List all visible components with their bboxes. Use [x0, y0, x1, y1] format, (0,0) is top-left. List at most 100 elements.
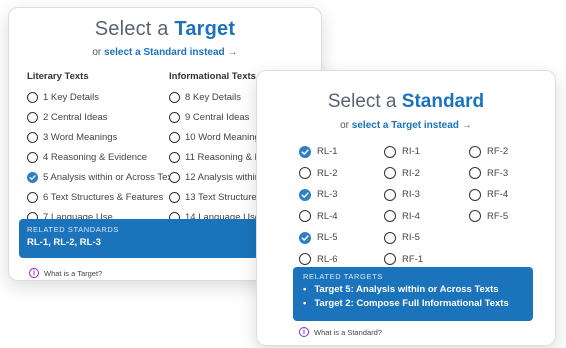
standard-option[interactable]: RI-5 [384, 227, 464, 249]
bullet-icon: • [303, 284, 307, 295]
radio-icon[interactable] [169, 131, 180, 143]
target-option-label[interactable]: 3 Word Meanings [43, 132, 117, 143]
check-icon [29, 174, 36, 180]
radio-icon[interactable] [169, 111, 180, 123]
radio-checked-icon[interactable] [299, 188, 311, 201]
standard-option-label[interactable]: RI-4 [402, 211, 420, 222]
standard-option-label[interactable]: RF-5 [487, 211, 508, 222]
standard-option[interactable]: RF-5 [469, 206, 549, 228]
radio-icon[interactable] [469, 145, 481, 158]
target-option-label[interactable]: 6 Text Structures & Features [43, 192, 163, 203]
related-target-item: • Target 5: Analysis within or Across Tex… [303, 284, 525, 295]
info-icon: i [299, 327, 309, 337]
radio-icon[interactable] [169, 151, 180, 163]
standard-option-label[interactable]: RI-2 [402, 168, 420, 179]
target-option-label[interactable]: 8 Key Details [185, 92, 241, 103]
radio-icon[interactable] [384, 145, 396, 158]
standard-option-label[interactable]: RI-1 [402, 146, 420, 157]
standard-card-title: Select a Standard [257, 91, 555, 113]
radio-icon[interactable] [169, 191, 180, 203]
target-option-label[interactable]: 1 Key Details [43, 92, 99, 103]
radio-icon[interactable] [169, 171, 180, 183]
target-option-label[interactable]: 10 Word Meanings [185, 132, 265, 143]
standard-option[interactable]: RI-1 [384, 141, 464, 163]
target-option[interactable]: 1 Key Details [27, 87, 179, 107]
standard-title-strong: Standard [401, 91, 485, 112]
target-option-label[interactable]: 4 Reasoning & Evidence [43, 152, 147, 163]
radio-icon[interactable] [27, 91, 38, 103]
standard-sub-prefix: or [340, 120, 350, 131]
standards-column-rl: RL-1 RL-2 RL-3 RL-4 RL-5 RL-6 [299, 141, 379, 270]
standard-option-label[interactable]: RL-5 [317, 232, 338, 243]
target-option-label[interactable]: 9 Central Ideas [185, 112, 249, 123]
target-option[interactable]: 3 Word Meanings [27, 127, 179, 147]
what-is-standard-label[interactable]: What is a Standard? [314, 328, 382, 337]
radio-icon[interactable] [169, 91, 180, 103]
standard-option-label[interactable]: RF-3 [487, 168, 508, 179]
standard-option[interactable]: RI-2 [384, 163, 464, 185]
target-card-subline: or select a Standard instead → [9, 47, 321, 58]
radio-icon[interactable] [384, 231, 396, 244]
standard-option[interactable]: RI-4 [384, 206, 464, 228]
info-icon: i [29, 268, 39, 278]
radio-icon[interactable] [27, 191, 38, 203]
target-option-label[interactable]: 5 Analysis within or Across Texts [43, 172, 180, 183]
standard-option-label[interactable]: RL-6 [317, 254, 338, 265]
radio-icon[interactable] [384, 210, 396, 223]
radio-checked-icon[interactable] [299, 145, 311, 158]
standard-option[interactable]: RI-3 [384, 184, 464, 206]
radio-checked-icon[interactable] [299, 231, 311, 244]
related-targets-box: RELATED TARGETS • Target 5: Analysis with… [293, 267, 533, 321]
related-target-item: • Target 2: Compose Full Informational Te… [303, 298, 525, 309]
what-is-target-link[interactable]: i What is a Target? [29, 268, 102, 278]
select-target-instead-link[interactable]: select a Target instead → [352, 120, 472, 131]
radio-checked-icon[interactable] [27, 171, 38, 183]
standard-option-label[interactable]: RL-1 [317, 146, 338, 157]
standard-option[interactable]: RL-1 [299, 141, 379, 163]
standard-option[interactable]: RL-4 [299, 206, 379, 228]
radio-icon[interactable] [384, 188, 396, 201]
target-option[interactable]: 4 Reasoning & Evidence [27, 147, 179, 167]
radio-icon[interactable] [469, 188, 481, 201]
target-option-label[interactable]: 2 Central Ideas [43, 112, 107, 123]
radio-icon[interactable] [299, 253, 311, 266]
radio-icon[interactable] [27, 111, 38, 123]
related-targets-heading: RELATED TARGETS [303, 272, 383, 281]
standard-option-label[interactable]: RF-1 [402, 254, 423, 265]
radio-icon[interactable] [384, 167, 396, 180]
standard-option-label[interactable]: RI-5 [402, 232, 420, 243]
check-icon [301, 192, 309, 198]
select-standard-instead-link[interactable]: select a Standard instead → [104, 47, 238, 58]
target-option[interactable]: 2 Central Ideas [27, 107, 179, 127]
radio-icon[interactable] [27, 131, 38, 143]
what-is-target-label[interactable]: What is a Target? [44, 269, 102, 278]
target-option[interactable]: 5 Analysis within or Across Texts [27, 167, 180, 187]
related-target-label: Target 2: Compose Full Informational Tex… [314, 298, 509, 309]
target-option[interactable]: 6 Text Structures & Features [27, 187, 179, 207]
select-target-instead-label[interactable]: select a Target instead [352, 120, 459, 131]
radio-icon[interactable] [27, 151, 38, 163]
radio-icon[interactable] [299, 167, 311, 180]
standard-option-label[interactable]: RF-4 [487, 189, 508, 200]
standard-option-label[interactable]: RL-2 [317, 168, 338, 179]
radio-icon[interactable] [384, 253, 396, 266]
standard-option[interactable]: RL-3 [299, 184, 379, 206]
standard-option[interactable]: RF-3 [469, 163, 549, 185]
radio-icon[interactable] [469, 210, 481, 223]
standard-option[interactable]: RF-4 [469, 184, 549, 206]
target-card-title: Select a Target [9, 18, 321, 41]
standard-option-label[interactable]: RI-3 [402, 189, 420, 200]
radio-icon[interactable] [469, 167, 481, 180]
standard-option-label[interactable]: RF-2 [487, 146, 508, 157]
standard-option-label[interactable]: RL-3 [317, 189, 338, 200]
standard-option-label[interactable]: RL-4 [317, 211, 338, 222]
standard-option[interactable]: RF-2 [469, 141, 549, 163]
what-is-standard-link[interactable]: i What is a Standard? [299, 327, 382, 337]
target-title-prefix: Select a [94, 18, 169, 40]
target-sub-prefix: or [92, 47, 102, 58]
select-standard-instead-label[interactable]: select a Standard instead [104, 47, 225, 58]
check-icon [301, 235, 309, 241]
standard-option[interactable]: RL-2 [299, 163, 379, 185]
standard-option[interactable]: RL-5 [299, 227, 379, 249]
radio-icon[interactable] [299, 210, 311, 223]
